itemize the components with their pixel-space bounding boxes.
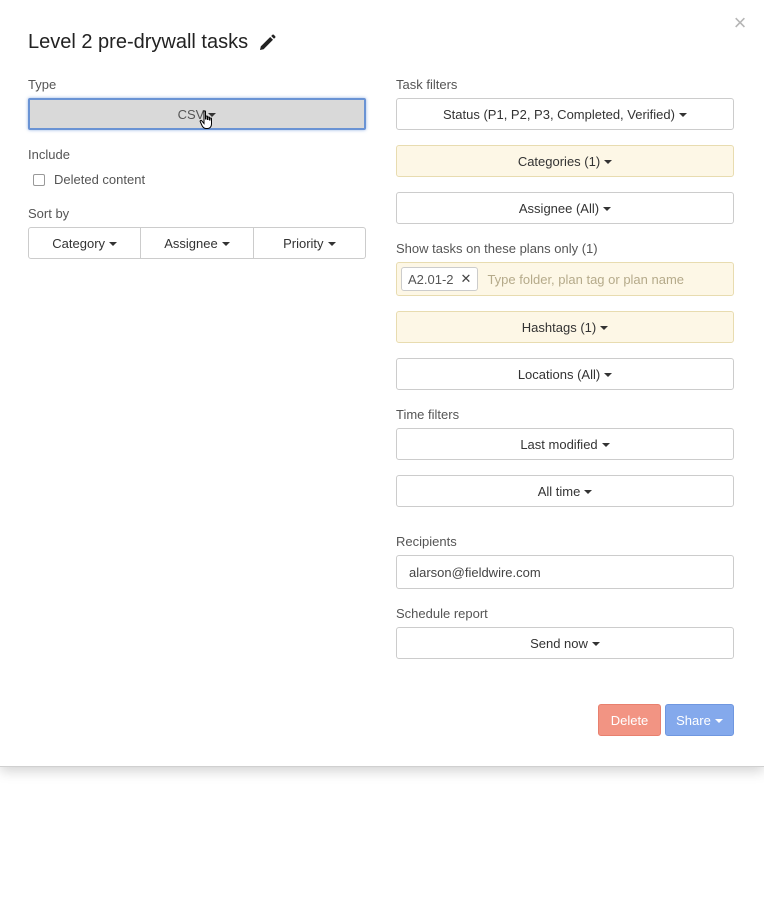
categories-filter-value: Categories (1) xyxy=(517,153,601,169)
chevron-down-icon xyxy=(714,719,723,723)
type-label: Type xyxy=(28,77,57,92)
locations-filter-value: Locations (All) xyxy=(517,366,601,382)
chevron-down-icon xyxy=(584,490,593,494)
chevron-down-icon xyxy=(678,113,687,117)
delete-button[interactable]: Delete xyxy=(598,704,661,736)
sort-priority-label: Priority xyxy=(283,235,324,251)
sort-assignee-button[interactable]: Assignee xyxy=(141,227,254,259)
chevron-down-icon xyxy=(604,373,613,377)
plan-chip: A2.01-2 ✕ xyxy=(401,267,479,291)
time-field-value: Last modified xyxy=(520,436,598,452)
chevron-down-icon xyxy=(604,160,613,164)
remove-chip-icon[interactable]: ✕ xyxy=(461,271,472,287)
deleted-content-checkbox[interactable] xyxy=(33,173,45,186)
schedule-dropdown[interactable]: Send now xyxy=(396,627,734,659)
chevron-down-icon xyxy=(109,242,118,246)
hashtags-filter-dropdown[interactable]: Hashtags (1) xyxy=(396,311,734,343)
assignee-filter-dropdown[interactable]: Assignee (All) xyxy=(396,192,734,224)
sort-by-group: Category Assignee Priority xyxy=(28,227,366,259)
plans-label: Show tasks on these plans only (1) xyxy=(396,241,598,256)
schedule-value: Send now xyxy=(530,635,588,651)
time-range-dropdown[interactable]: All time xyxy=(396,475,734,507)
recipients-label: Recipients xyxy=(396,534,457,549)
dialog-title: Level 2 pre-drywall tasks xyxy=(28,31,277,54)
chevron-down-icon xyxy=(603,207,612,211)
share-button[interactable]: Share xyxy=(665,704,734,736)
type-dropdown[interactable]: CSV xyxy=(28,98,366,130)
schedule-label: Schedule report xyxy=(396,606,488,621)
deleted-content-label: Deleted content xyxy=(54,172,146,187)
report-name: Level 2 pre-drywall tasks xyxy=(28,31,249,53)
recipients-input[interactable] xyxy=(396,555,734,589)
chevron-down-icon xyxy=(591,642,600,646)
chevron-down-icon xyxy=(327,242,336,246)
status-filter-value: Status (P1, P2, P3, Completed, Verified) xyxy=(443,106,675,122)
task-filters-label: Task filters xyxy=(396,77,458,92)
sort-by-label: Sort by xyxy=(28,206,70,221)
deleted-content-option[interactable]: Deleted content xyxy=(33,172,145,187)
time-field-dropdown[interactable]: Last modified xyxy=(396,428,734,460)
sort-category-button[interactable]: Category xyxy=(28,227,142,259)
time-filters-label: Time filters xyxy=(396,407,460,422)
share-label: Share xyxy=(676,712,711,728)
close-icon[interactable]: × xyxy=(731,12,749,34)
status-filter-dropdown[interactable]: Status (P1, P2, P3, Completed, Verified) xyxy=(396,98,734,130)
plans-search-input[interactable] xyxy=(487,271,718,287)
assignee-filter-value: Assignee (All) xyxy=(518,200,600,216)
hashtags-filter-value: Hashtags (1) xyxy=(521,319,597,335)
sort-assignee-label: Assignee xyxy=(164,235,218,251)
sort-category-label: Category xyxy=(52,235,106,251)
include-label: Include xyxy=(28,147,70,162)
chevron-down-icon xyxy=(221,242,230,246)
chevron-down-icon xyxy=(600,326,609,330)
chevron-down-icon xyxy=(601,443,610,447)
categories-filter-dropdown[interactable]: Categories (1) xyxy=(396,145,734,177)
time-range-value: All time xyxy=(537,483,581,499)
plan-chip-label: A2.01-2 xyxy=(408,271,454,287)
sort-priority-button[interactable]: Priority xyxy=(253,227,366,259)
pencil-icon[interactable] xyxy=(257,33,277,53)
locations-filter-dropdown[interactable]: Locations (All) xyxy=(396,358,734,390)
plans-filter-field[interactable]: A2.01-2 ✕ xyxy=(396,262,734,296)
hand-cursor-icon xyxy=(199,110,212,129)
report-dialog: × Level 2 pre-drywall tasks Type CSV Inc… xyxy=(0,0,764,767)
